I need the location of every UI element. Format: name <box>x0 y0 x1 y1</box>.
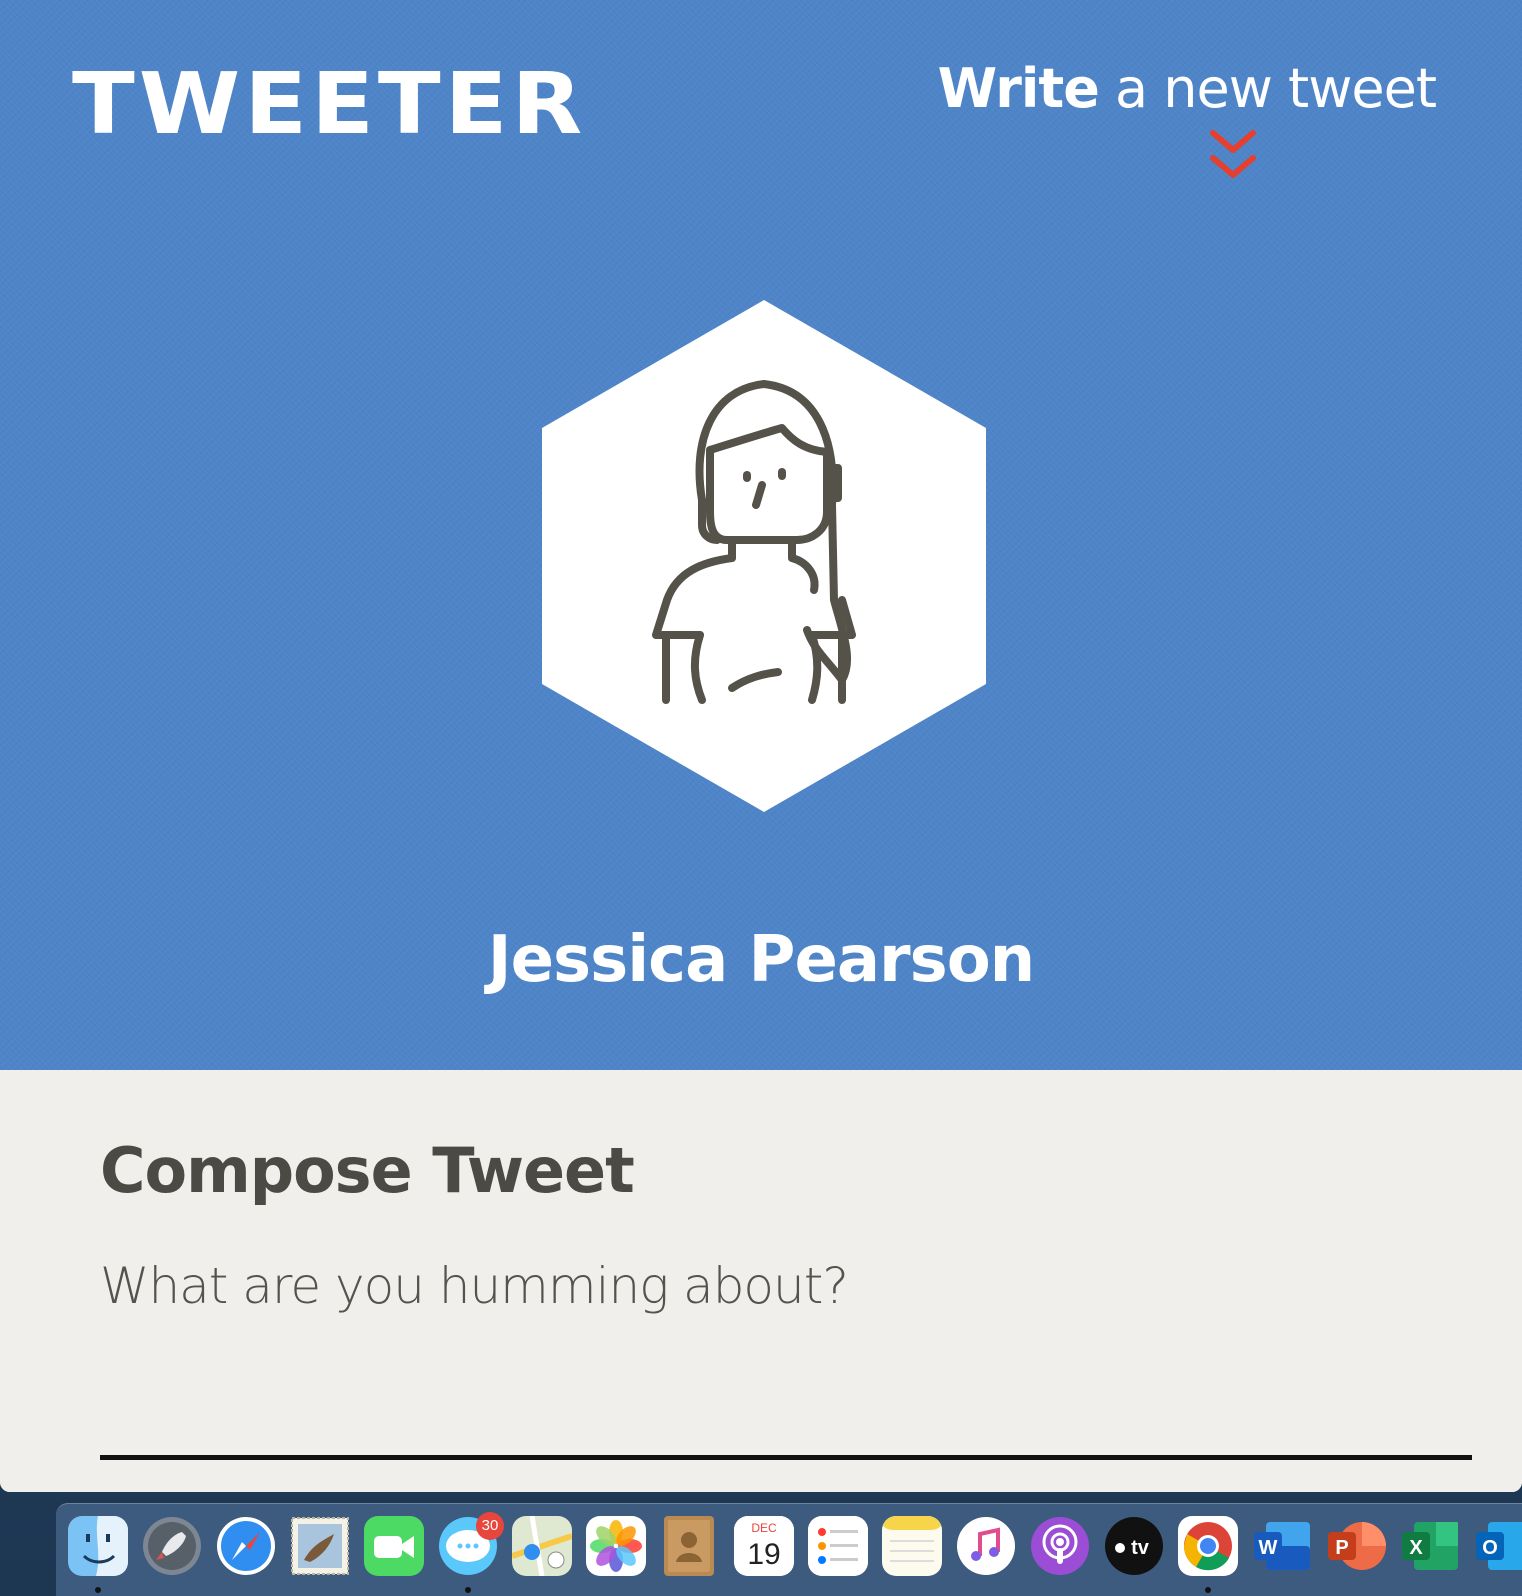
dock-mail[interactable] <box>290 1516 350 1576</box>
write-link-strong: Write <box>937 57 1100 120</box>
powerpoint-icon: P <box>1328 1522 1386 1570</box>
excel-icon: X <box>1402 1522 1458 1570</box>
dock-podcasts[interactable] <box>1030 1516 1090 1576</box>
stamp-icon <box>291 1517 349 1575</box>
checklist-icon <box>808 1516 868 1576</box>
calendar-month: DEC <box>751 1521 777 1535</box>
dock-contacts[interactable] <box>660 1516 720 1576</box>
calendar-day: 19 <box>747 1538 780 1571</box>
dock-safari[interactable] <box>216 1516 276 1576</box>
app-logo[interactable]: TWEETER <box>72 62 586 147</box>
word-icon: W <box>1254 1522 1310 1570</box>
dock-launchpad[interactable] <box>142 1516 202 1576</box>
woman-avatar-icon <box>542 300 986 812</box>
outlook-letter: O <box>1482 1537 1498 1559</box>
dock-finder[interactable] <box>68 1516 128 1576</box>
desktop: TWEETER Write a new tweet Jessica Pearso… <box>0 0 1522 1596</box>
compose-title: Compose Tweet <box>100 1134 635 1207</box>
calendar-icon: DEC 19 <box>734 1516 794 1576</box>
chrome-running-indicator <box>1205 1587 1211 1593</box>
dock-chrome[interactable] <box>1178 1516 1238 1576</box>
dock-tv[interactable]: tv <box>1104 1516 1164 1576</box>
dock-reminders[interactable] <box>808 1516 868 1576</box>
dock-maps[interactable] <box>512 1516 572 1576</box>
map-icon <box>512 1516 572 1576</box>
tweet-input[interactable] <box>100 1246 1472 1460</box>
dock-word[interactable]: W <box>1252 1516 1312 1576</box>
powerpoint-letter: P <box>1335 1537 1348 1559</box>
notepad-icon <box>882 1516 942 1576</box>
write-new-tweet-link[interactable]: Write a new tweet <box>938 62 1437 116</box>
compose-panel: Compose Tweet <box>0 1070 1522 1492</box>
dock-notes[interactable] <box>882 1516 942 1576</box>
word-letter: W <box>1259 1537 1278 1559</box>
dock-powerpoint[interactable]: P <box>1326 1516 1386 1576</box>
address-book-icon <box>664 1516 714 1576</box>
dock-calendar[interactable]: DEC 19 <box>734 1516 794 1576</box>
write-link-rest: a new tweet <box>1098 57 1437 120</box>
double-chevron-down-icon[interactable] <box>1208 128 1258 184</box>
chrome-icon <box>1178 1516 1238 1576</box>
outlook-icon: O <box>1476 1522 1522 1570</box>
profile-hero: TWEETER Write a new tweet Jessica Pearso… <box>0 0 1522 1070</box>
dock-music[interactable] <box>956 1516 1016 1576</box>
excel-letter: X <box>1409 1537 1423 1559</box>
profile-name: Jessica Pearson <box>487 923 1035 997</box>
dock-facetime[interactable] <box>364 1516 424 1576</box>
dock-outlook[interactable]: O <box>1474 1516 1522 1576</box>
messages-running-indicator <box>465 1587 471 1593</box>
finder-icon <box>68 1516 128 1576</box>
flower-icon <box>586 1516 646 1576</box>
dock-photos[interactable] <box>586 1516 646 1576</box>
video-camera-icon <box>364 1516 424 1576</box>
browser-window: TWEETER Write a new tweet Jessica Pearso… <box>0 0 1522 1492</box>
finder-running-indicator <box>95 1587 101 1593</box>
tv-icon: tv <box>1105 1517 1163 1575</box>
podcast-icon <box>1031 1517 1089 1575</box>
rocket-icon <box>143 1517 201 1575</box>
dock: 30 DEC 19 tv W P X O <box>56 1503 1522 1596</box>
dock-excel[interactable]: X <box>1400 1516 1460 1576</box>
tv-label: tv <box>1131 1537 1150 1559</box>
messages-badge: 30 <box>476 1512 504 1540</box>
compass-icon <box>217 1517 275 1575</box>
music-note-icon <box>957 1517 1015 1575</box>
